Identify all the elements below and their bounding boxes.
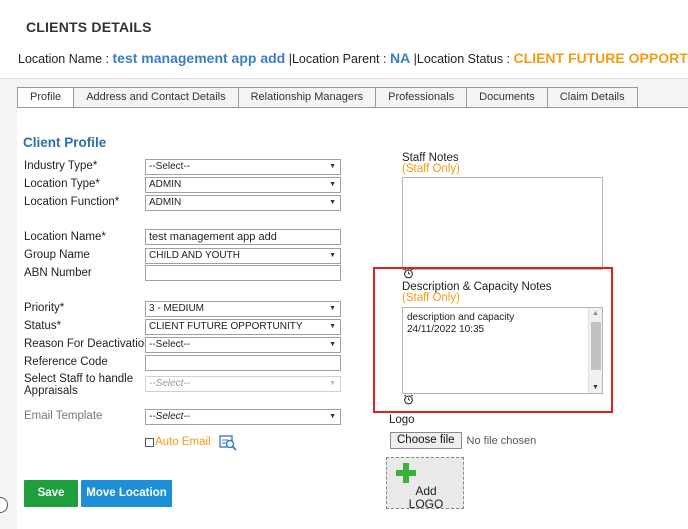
priority-label: Priority*	[24, 302, 65, 314]
location-function-select[interactable]: ADMIN	[145, 195, 341, 211]
select-staff-label-line2: Appraisals	[24, 385, 78, 397]
section-title: Client Profile	[23, 135, 107, 150]
auto-email-label: Auto Email	[155, 436, 211, 448]
save-button[interactable]: Save	[24, 480, 78, 507]
location-name-label: Location Name*	[24, 231, 106, 243]
email-template-select[interactable]: --Select--	[145, 409, 341, 425]
tab-address-contact[interactable]: Address and Contact Details	[74, 87, 239, 108]
search-document-icon[interactable]	[218, 433, 237, 451]
abn-number-label: ABN Number	[24, 267, 92, 279]
profile-panel: Client Profile Industry Type* --Select--…	[17, 108, 688, 529]
select-staff-select[interactable]: --Select--	[145, 376, 341, 392]
location-summary: Location Name : test management app add …	[18, 50, 688, 66]
location-type-label: Location Type*	[24, 178, 100, 190]
logo-file-input[interactable]: Choose file No file chosen	[390, 432, 536, 449]
email-template-label: Email Template	[24, 410, 103, 422]
location-status-label: |Location Status :	[413, 52, 511, 66]
choose-file-button[interactable]: Choose file	[390, 432, 462, 449]
page-title: CLIENTS DETAILS	[26, 19, 152, 35]
group-name-label: Group Name	[24, 249, 90, 261]
tab-profile[interactable]: Profile	[17, 87, 75, 108]
status-label: Status*	[24, 320, 62, 332]
location-function-label: Location Function*	[24, 196, 120, 208]
reference-code-input[interactable]	[145, 355, 341, 371]
auto-email-row: Auto Email	[145, 433, 237, 451]
reason-deactivation-select[interactable]: --Select--	[145, 337, 341, 353]
tab-claim-details[interactable]: Claim Details	[547, 87, 638, 108]
status-select[interactable]: CLIENT FUTURE OPPORTUNITY	[145, 319, 341, 335]
tab-documents[interactable]: Documents	[467, 87, 548, 108]
priority-select[interactable]: 3 - MEDIUM	[145, 301, 341, 317]
tab-bar: Profile Address and Contact Details Rela…	[17, 87, 638, 108]
staff-notes-textarea[interactable]	[402, 177, 603, 270]
tab-relationship-managers[interactable]: Relationship Managers	[238, 87, 377, 108]
location-name-value: test management app add	[112, 50, 286, 66]
location-parent-label: |Location Parent :	[288, 52, 387, 66]
reason-deactivation-label: Reason For Deactivation	[24, 338, 151, 350]
tabs-area: Profile Address and Contact Details Rela…	[0, 78, 688, 529]
location-type-select[interactable]: ADMIN	[145, 177, 341, 193]
industry-type-label: Industry Type*	[24, 160, 98, 172]
staff-notes-staff-only: (Staff Only)	[402, 163, 460, 175]
move-location-button[interactable]: Move Location	[81, 480, 172, 507]
location-name-label: Location Name :	[18, 52, 110, 66]
auto-email-checkbox[interactable]	[145, 437, 154, 447]
no-file-chosen-text: No file chosen	[466, 434, 537, 447]
location-name-input[interactable]: test management app add	[145, 229, 341, 245]
logo-label: Logo	[389, 414, 415, 426]
industry-type-select[interactable]: --Select--	[145, 159, 341, 175]
abn-number-input[interactable]	[145, 265, 341, 281]
green-plus-icon	[396, 463, 416, 483]
location-parent-value: NA	[389, 50, 411, 66]
reference-code-label: Reference Code	[24, 356, 108, 368]
add-logo-button[interactable]: Add LOGO	[386, 457, 464, 511]
tab-professionals[interactable]: Professionals	[376, 87, 468, 108]
add-logo-text: Add LOGO	[408, 484, 444, 511]
highlight-annotation	[373, 267, 613, 413]
location-status-value: CLIENT FUTURE OPPORTUNIT	[513, 50, 688, 66]
group-name-select[interactable]: CHILD AND YOUTH	[145, 248, 341, 264]
